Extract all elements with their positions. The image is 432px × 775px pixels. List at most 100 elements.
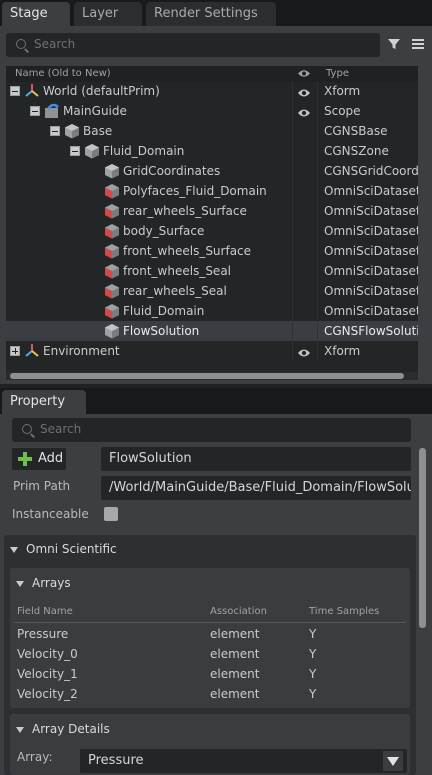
visibility-eye-icon[interactable] — [297, 105, 311, 117]
array-association: element — [210, 687, 260, 701]
tree-row-name: MainGuide — [63, 104, 127, 118]
column-divider — [292, 121, 293, 141]
tree-row-type: OmniSciDataset — [324, 204, 418, 218]
tree-row[interactable]: GridCoordinates CGNSGridCoord — [6, 161, 418, 181]
tree-row[interactable]: front_wheels_Surface OmniSciDataset — [6, 241, 418, 261]
tree-row-type: OmniSciDataset — [324, 264, 418, 278]
visibility-column-eye-icon — [298, 70, 310, 77]
collapse-icon[interactable] — [10, 86, 20, 96]
visibility-eye-icon[interactable] — [297, 85, 311, 97]
tree-row-name: rear_wheels_Surface — [123, 204, 247, 218]
column-divider — [317, 301, 318, 321]
column-divider — [317, 181, 318, 201]
column-divider — [317, 221, 318, 241]
association-column-header[interactable]: Association — [210, 606, 267, 617]
column-divider — [292, 301, 293, 321]
column-divider — [292, 281, 293, 301]
column-type-header[interactable]: Type — [326, 68, 349, 79]
tree-row-type: CGNSBase — [324, 124, 388, 138]
column-divider — [292, 201, 293, 221]
array-field-name: Velocity_0 — [17, 647, 78, 661]
array-time-samples: Y — [309, 647, 317, 661]
tree-row-type: OmniSciDataset — [324, 304, 418, 318]
arrays-header[interactable]: Arrays — [16, 576, 71, 590]
array-select-dropdown[interactable]: Pressure — [80, 749, 407, 773]
arrays-title: Arrays — [32, 576, 71, 590]
column-divider — [292, 181, 293, 201]
dataset-icon — [104, 203, 120, 219]
tree-row-name: Base — [83, 124, 113, 138]
tree-row[interactable]: Environment Xform — [6, 341, 418, 361]
array-association: element — [210, 667, 260, 681]
visibility-eye-icon[interactable] — [297, 345, 311, 357]
property-vertical-scrollbar[interactable] — [419, 448, 426, 628]
dropdown-button[interactable] — [383, 751, 403, 771]
tree-row[interactable]: rear_wheels_Surface OmniSciDataset — [6, 201, 418, 221]
array-select-label: Array: — [17, 750, 53, 764]
array-details-header[interactable]: Array Details — [16, 722, 110, 736]
arrays-header-divider — [14, 622, 406, 623]
expand-icon[interactable] — [10, 346, 20, 356]
tree-row-name: GridCoordinates — [123, 164, 221, 178]
tree-row[interactable]: Base CGNSBase — [6, 121, 418, 141]
tree-row-name: Polyfaces_Fluid_Domain — [123, 184, 267, 198]
array-field-name: Velocity_1 — [17, 667, 78, 681]
omni-scientific-header[interactable]: Omni Scientific — [10, 542, 117, 556]
array-select-value: Pressure — [88, 753, 144, 768]
column-divider — [317, 161, 318, 181]
column-divider — [317, 321, 318, 341]
dataset-icon — [104, 223, 120, 239]
tab-property-label: Property — [10, 394, 66, 409]
dataset-icon — [104, 303, 120, 319]
add-button-label: Add — [38, 451, 64, 466]
tree-row-name: rear_wheels_Seal — [123, 284, 227, 298]
time-samples-column-header[interactable]: Time Samples — [309, 606, 379, 617]
tab-render-settings-label: Render Settings — [154, 6, 258, 21]
tree-row-type: OmniSciDataset — [324, 244, 418, 258]
column-divider — [317, 241, 318, 261]
tree-row[interactable]: World (defaultPrim) Xform — [6, 81, 418, 101]
collapse-icon[interactable] — [50, 126, 60, 136]
tab-layer[interactable]: Layer — [74, 2, 142, 26]
tree-row[interactable]: Polyfaces_Fluid_Domain OmniSciDataset — [6, 181, 418, 201]
tree-row[interactable]: Fluid_Domain OmniSciDataset — [6, 301, 418, 321]
tree-scrollbar-thumb[interactable] — [10, 373, 404, 379]
tree-row-name: front_wheels_Surface — [123, 244, 252, 258]
tree-row[interactable]: FlowSolution CGNSFlowSoluti — [6, 321, 418, 341]
tab-stage[interactable]: Stage — [2, 2, 70, 26]
column-divider — [292, 81, 293, 101]
add-button[interactable]: Add — [12, 448, 66, 470]
tree-row[interactable]: Fluid_Domain CGNSZone — [6, 141, 418, 161]
prim-path-field[interactable]: /World/MainGuide/Base/Fluid_Domain/FlowS… — [101, 476, 411, 500]
filter-icon[interactable] — [387, 37, 401, 51]
collapse-icon[interactable] — [70, 146, 80, 156]
column-divider — [317, 281, 318, 301]
column-name-header[interactable]: Name (Old to New) — [15, 68, 111, 79]
column-divider — [317, 141, 318, 161]
tree-row[interactable]: rear_wheels_Seal OmniSciDataset — [6, 281, 418, 301]
collapse-icon[interactable] — [30, 106, 40, 116]
prim-name-field[interactable]: FlowSolution — [101, 447, 411, 471]
property-search-input[interactable]: Search — [12, 418, 411, 442]
tab-render-settings[interactable]: Render Settings — [146, 2, 276, 26]
tree-row[interactable]: front_wheels_Seal OmniSciDataset — [6, 261, 418, 281]
omni-scientific-title: Omni Scientific — [26, 542, 117, 556]
tree-row[interactable]: body_Surface OmniSciDataset — [6, 221, 418, 241]
tree-row-name: FlowSolution — [123, 324, 200, 338]
dataset-icon — [104, 283, 120, 299]
tree-row-type: OmniSciDataset — [324, 224, 418, 238]
tree-row[interactable]: MainGuide Scope — [6, 101, 418, 121]
field-name-column-header[interactable]: Field Name — [17, 606, 73, 617]
hamburger-menu-icon[interactable] — [411, 38, 425, 50]
array-field-name: Pressure — [17, 627, 69, 641]
stage-search-input[interactable]: Search — [6, 33, 380, 57]
array-time-samples: Y — [309, 627, 317, 641]
array-details-collapse-triangle-icon — [16, 726, 24, 733]
dataset-icon — [104, 243, 120, 259]
instanceable-checkbox[interactable] — [104, 507, 118, 521]
tree-row-type: CGNSZone — [324, 144, 389, 158]
tab-property[interactable]: Property — [2, 390, 86, 414]
tree-row-type: Scope — [324, 104, 361, 118]
column-divider — [292, 161, 293, 181]
array-association: element — [210, 647, 260, 661]
